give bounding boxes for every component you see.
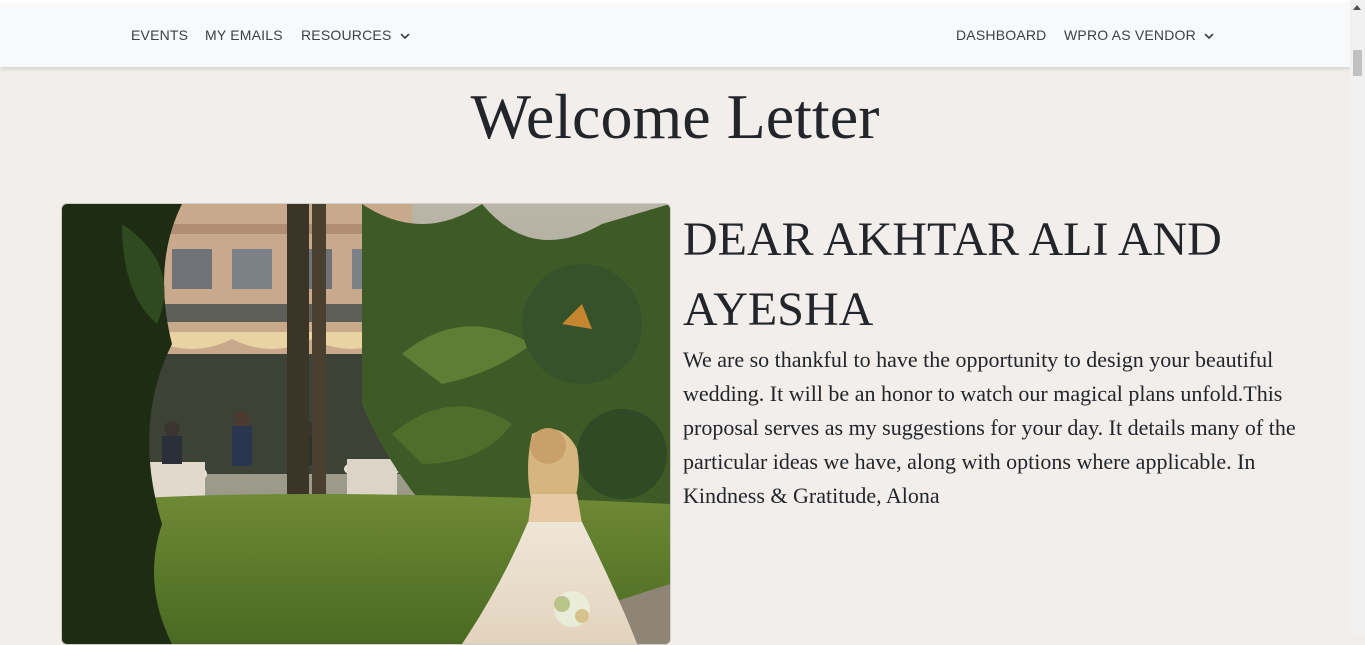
nav-dashboard[interactable]: DASHBOARD bbox=[956, 27, 1046, 43]
scroll-up-arrow-icon[interactable] bbox=[1353, 5, 1361, 10]
scrollbar-thumb[interactable] bbox=[1353, 50, 1362, 76]
nav-resources-label: RESOURCES bbox=[301, 27, 392, 43]
nav-wpro-as-vendor-label: WPRO AS VENDOR bbox=[1064, 27, 1196, 43]
nav-my-emails-label: MY EMAILS bbox=[205, 27, 283, 43]
greeting-heading: DEAR AKHTAR ALI AND AYESHA bbox=[683, 213, 1222, 336]
page-scrollbar[interactable] bbox=[1350, 0, 1365, 635]
nav-my-emails[interactable]: MY EMAILS bbox=[205, 27, 283, 43]
welcome-message: We are so thankful to have the opportuni… bbox=[683, 347, 1296, 508]
wedding-photo bbox=[61, 203, 671, 645]
top-navbar: EVENTS MY EMAILS RESOURCES DASHBOARD WPR… bbox=[0, 3, 1350, 67]
nav-wpro-as-vendor-dropdown[interactable]: WPRO AS VENDOR bbox=[1064, 27, 1214, 43]
nav-dashboard-label: DASHBOARD bbox=[956, 27, 1047, 43]
nav-events-label: EVENTS bbox=[131, 27, 189, 43]
page-title: Welcome Letter bbox=[470, 81, 880, 152]
nav-events[interactable]: EVENTS bbox=[131, 27, 188, 43]
chevron-down-icon bbox=[400, 27, 410, 43]
nav-resources-dropdown[interactable]: RESOURCES bbox=[301, 27, 410, 43]
chevron-down-icon bbox=[1204, 27, 1214, 43]
